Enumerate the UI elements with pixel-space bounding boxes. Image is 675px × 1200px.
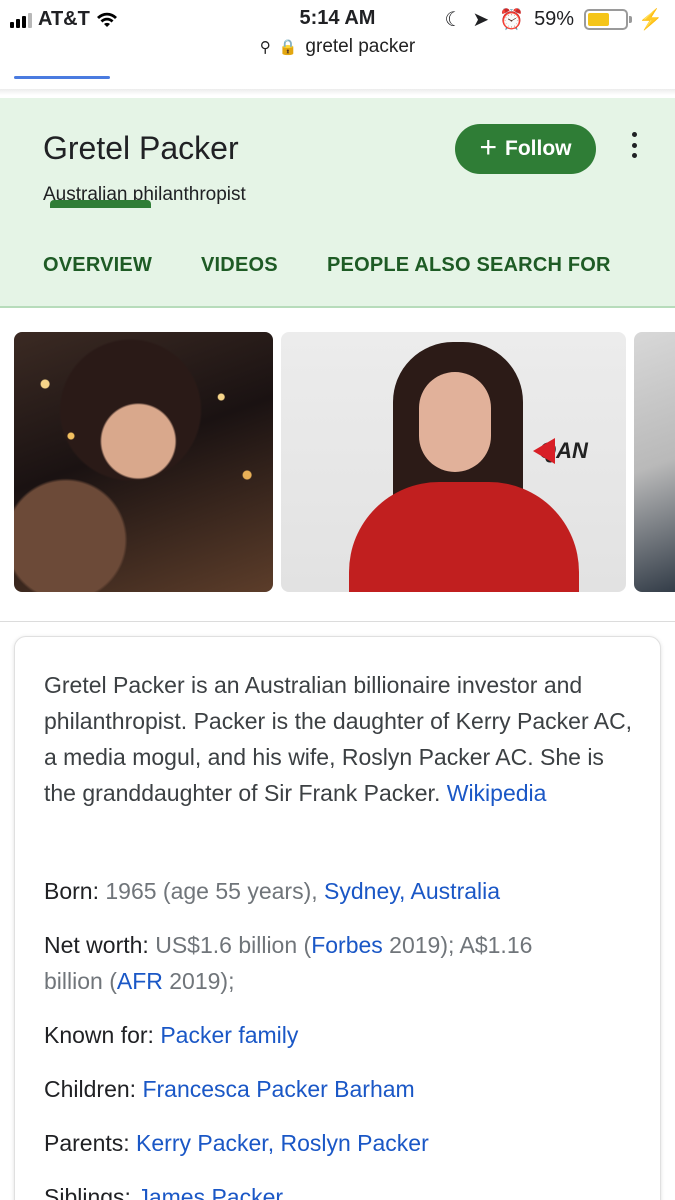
follow-button[interactable]: + Follow [455, 124, 596, 174]
fact-value: 2019); A$1.16 [382, 932, 533, 958]
tab-overview[interactable]: OVERVIEW [43, 254, 152, 277]
sibling-link[interactable]: James Packer [137, 1184, 283, 1200]
fact-net-worth: Net worth: US$1.6 billion (Forbes 2019);… [44, 927, 644, 999]
fact-label: Net worth: [44, 932, 149, 958]
location-icon: ➤ [472, 9, 490, 31]
fact-label: Children: [44, 1076, 137, 1102]
fact-born: Born: 1965 (age 55 years), Sydney, Austr… [44, 873, 644, 909]
more-options-icon[interactable] [628, 132, 640, 158]
fact-label: Born: [44, 878, 99, 904]
tab-indicator-top [14, 76, 110, 79]
description-text: Gretel Packer is an Australian billionai… [44, 667, 634, 811]
parent-link-1[interactable]: Kerry Packer, [136, 1130, 274, 1156]
image-carousel[interactable]: QAN [0, 332, 675, 592]
fact-label: Known for: [44, 1022, 154, 1048]
fact-parents: Parents: Kerry Packer, Roslyn Packer [44, 1125, 644, 1161]
fact-value: US$1.6 billion ( [155, 932, 312, 958]
child-link[interactable]: Francesca Packer Barham [142, 1076, 414, 1102]
qantas-logo: QAN [539, 438, 623, 464]
fact-known-for: Known for: Packer family [44, 1017, 644, 1053]
active-tab-indicator [50, 200, 151, 208]
moon-icon: ☾ [444, 9, 463, 31]
battery-percent: 59% [534, 8, 575, 30]
fact-value: 1965 (age 55 years), [105, 878, 318, 904]
lock-icon: 🔒 [278, 39, 298, 56]
alarm-icon: ⏰ [499, 9, 525, 31]
fact-children: Children: Francesca Packer Barham [44, 1071, 644, 1107]
tab-videos[interactable]: VIDEOS [201, 254, 278, 277]
birthplace-city-link[interactable]: Sydney, [324, 878, 405, 904]
fact-siblings: Siblings: James Packer [44, 1179, 644, 1200]
fact-label: Siblings: [44, 1184, 131, 1200]
search-icon: ⚲ [259, 39, 271, 56]
scrolled-tab-strip [0, 68, 675, 95]
tab-bar: OVERVIEW VIDEOS PEOPLE ALSO SEARCH FOR [0, 252, 675, 292]
status-icons: ☾ ➤ ⏰ 59% ⚡ [444, 7, 663, 32]
plus-icon: + [479, 130, 498, 164]
birthplace-country-link[interactable]: Australia [411, 878, 500, 904]
description-card: Gretel Packer is an Australian billionai… [14, 636, 661, 1200]
parent-link-2[interactable]: Roslyn Packer [280, 1130, 428, 1156]
fact-label: Parents: [44, 1130, 130, 1156]
tab-people-also-search-for[interactable]: PEOPLE ALSO SEARCH FOR [327, 254, 611, 277]
afr-link[interactable]: AFR [117, 968, 163, 994]
url-bar[interactable]: ⚲ 🔒 gretel packer [0, 36, 675, 68]
url-text: gretel packer [305, 36, 416, 57]
wikipedia-link[interactable]: Wikipedia [447, 780, 547, 806]
image-thumbnail-3[interactable] [634, 332, 675, 592]
forbes-link[interactable]: Forbes [311, 932, 383, 958]
fact-value: billion ( [44, 968, 117, 994]
image-thumbnail-2[interactable]: QAN [281, 332, 626, 592]
packer-family-link[interactable]: Packer family [160, 1022, 298, 1048]
divider [0, 621, 675, 622]
charging-icon: ⚡ [638, 9, 663, 31]
battery-icon [584, 9, 633, 30]
image-thumbnail-1[interactable] [14, 332, 273, 592]
follow-label: Follow [505, 137, 572, 160]
page-title: Gretel Packer [43, 130, 239, 166]
fact-value: 2019); [162, 968, 235, 994]
status-bar: AT&T 5:14 AM ☾ ➤ ⏰ 59% ⚡ [0, 0, 675, 36]
